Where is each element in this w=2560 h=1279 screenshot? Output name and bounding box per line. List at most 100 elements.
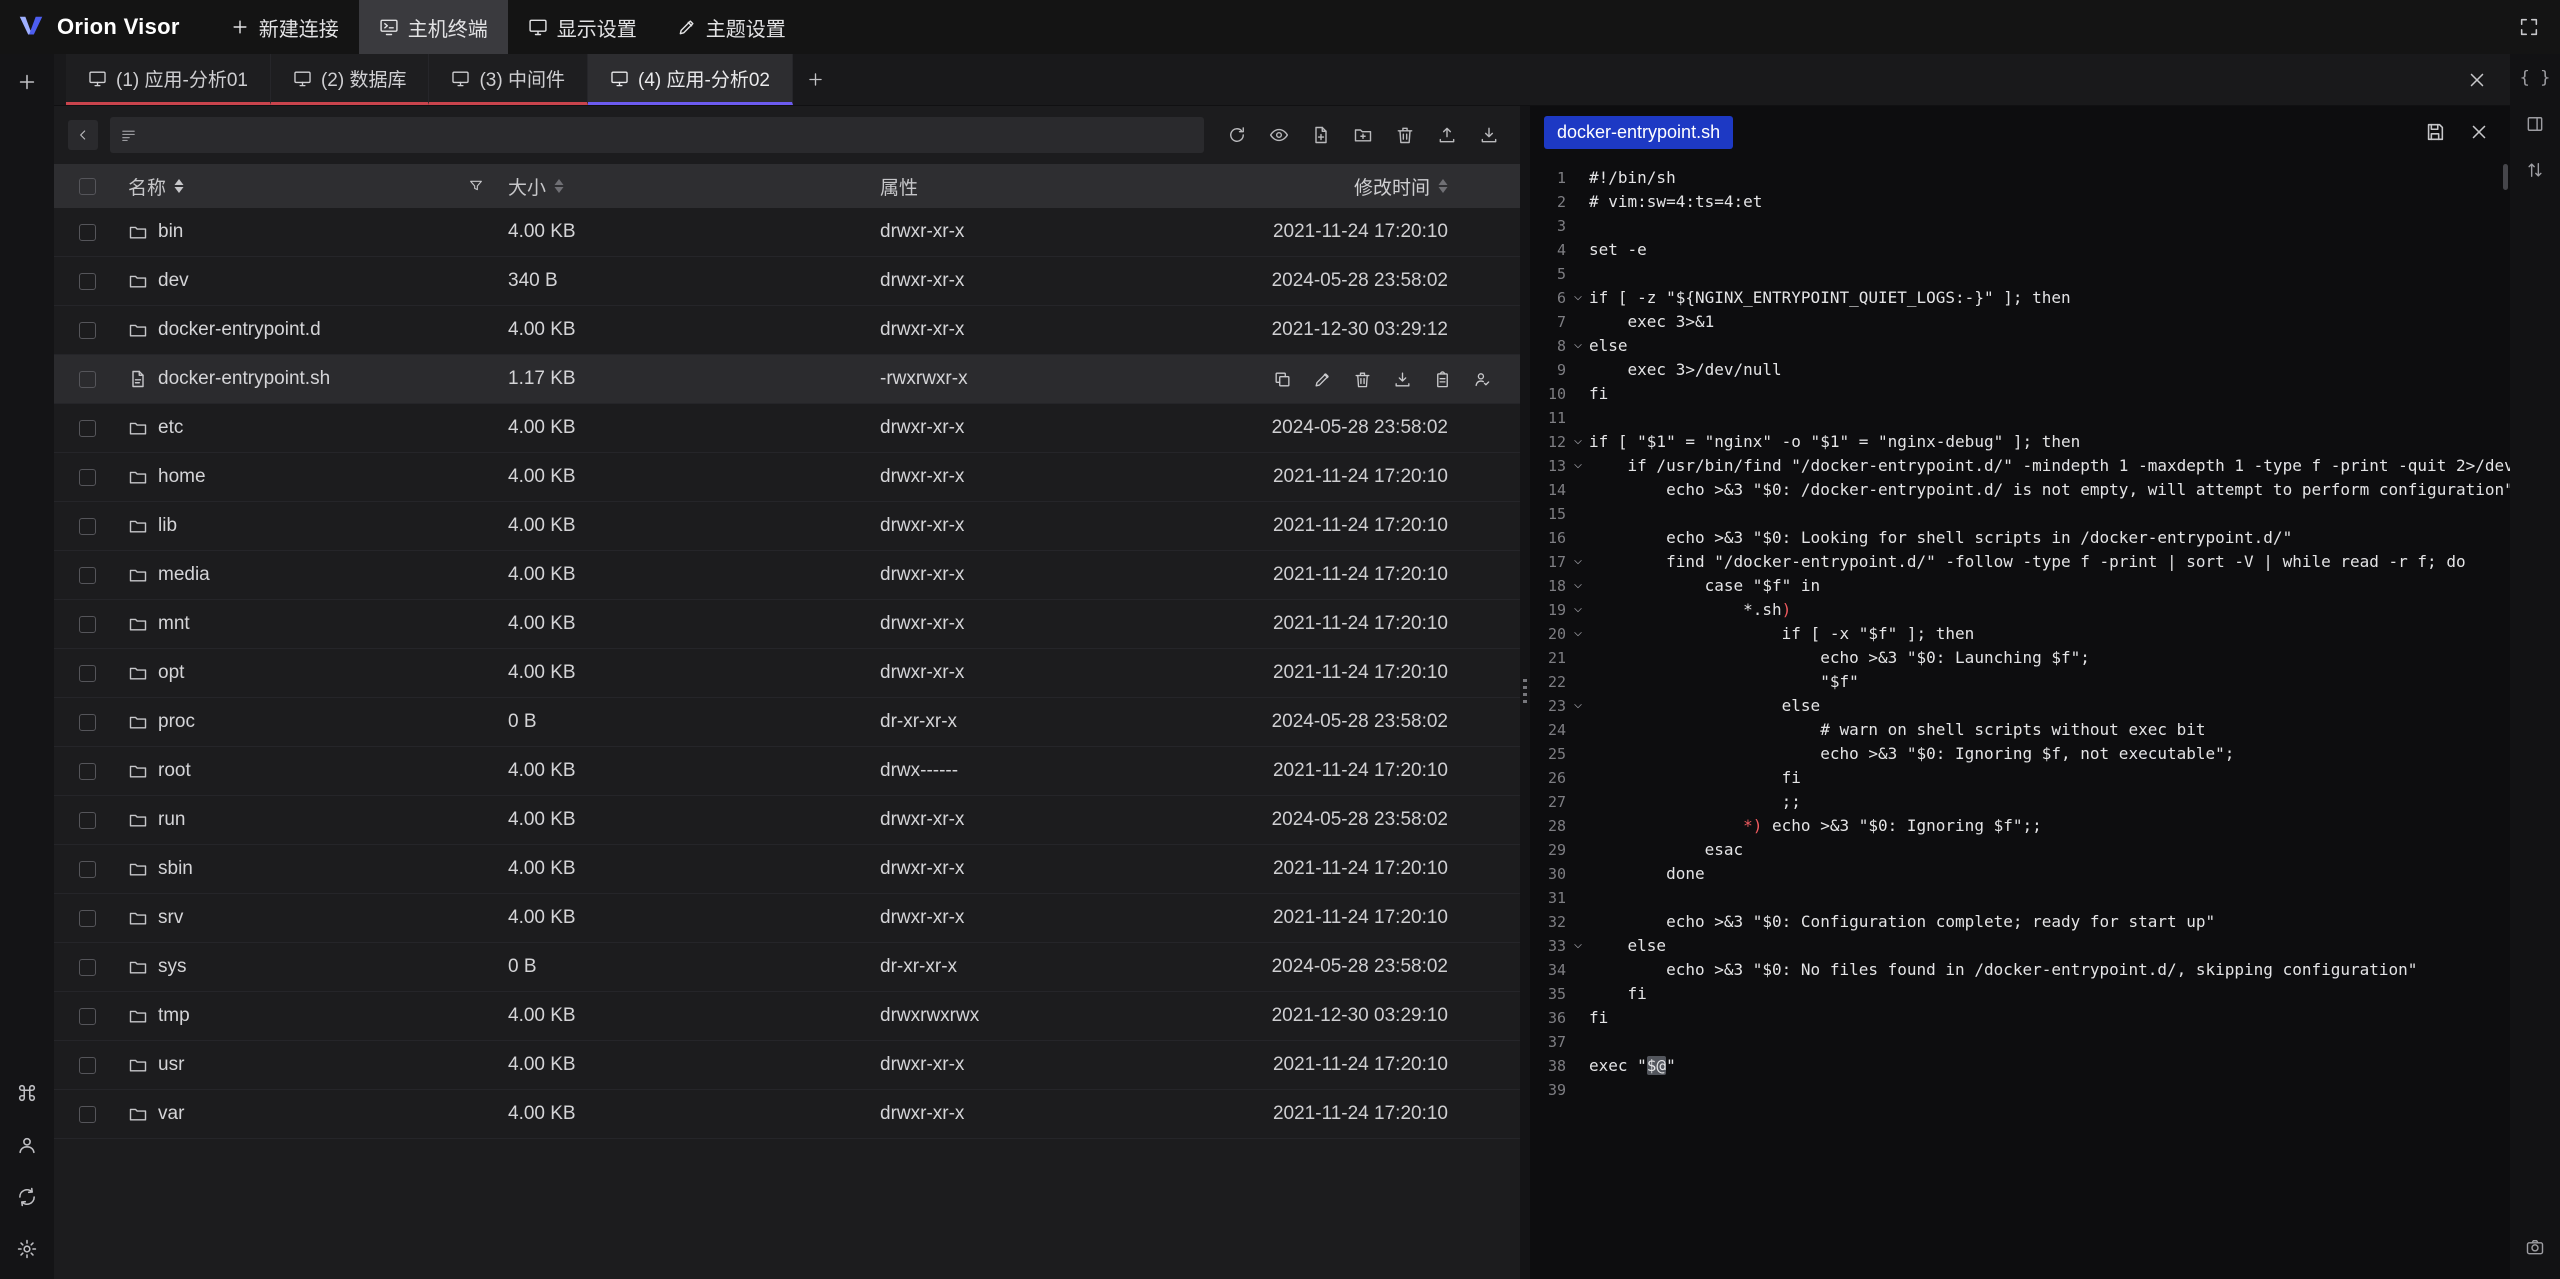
file-attr: drwxr-xr-x	[872, 1041, 1240, 1089]
edit-icon[interactable]	[1313, 370, 1332, 389]
panel-splitter[interactable]	[1520, 106, 1530, 1279]
sync-button[interactable]	[6, 1177, 48, 1217]
file-row-lib[interactable]: lib4.00 KBdrwxr-xr-x2021-11-24 17:20:10	[54, 502, 1520, 551]
file-row-tmp[interactable]: tmp4.00 KBdrwxrwxrwx2021-12-30 03:29:10	[54, 992, 1520, 1041]
file-row-sys[interactable]: sys0 Bdr-xr-xr-x2024-05-28 23:58:02	[54, 943, 1520, 992]
permission-icon[interactable]	[1473, 370, 1492, 389]
row-checkbox[interactable]	[79, 1008, 96, 1025]
tab-2[interactable]: (2) 数据库	[271, 54, 430, 105]
tab-label: (4) 应用-分析02	[638, 65, 770, 92]
row-checkbox[interactable]	[79, 322, 96, 339]
code-line: 38exec "$@"	[1530, 1054, 2510, 1078]
download-icon[interactable]	[1393, 370, 1412, 389]
upload-button[interactable]	[1430, 118, 1464, 152]
row-checkbox[interactable]	[79, 469, 96, 486]
file-row-srv[interactable]: srv4.00 KBdrwxr-xr-x2021-11-24 17:20:10	[54, 894, 1520, 943]
fullscreen-button[interactable]	[2510, 8, 2548, 46]
file-row-root[interactable]: root4.00 KBdrwx------2021-11-24 17:20:10	[54, 747, 1520, 796]
snippets-button[interactable]: { }	[2516, 60, 2554, 96]
file-row-mnt[interactable]: mnt4.00 KBdrwxr-xr-x2021-11-24 17:20:10	[54, 600, 1520, 649]
row-checkbox[interactable]	[79, 959, 96, 976]
new-button[interactable]	[6, 62, 48, 102]
file-row-docker-entrypoint.d[interactable]: docker-entrypoint.d4.00 KBdrwxr-xr-x2021…	[54, 306, 1520, 355]
file-row-docker-entrypoint.sh[interactable]: docker-entrypoint.sh1.17 KB-rwxrwxr-x	[54, 355, 1520, 404]
file-row-media[interactable]: media4.00 KBdrwxr-xr-x2021-11-24 17:20:1…	[54, 551, 1520, 600]
settings-button[interactable]	[6, 1229, 48, 1269]
file-attr: drwxr-xr-x	[872, 600, 1240, 648]
editor-close-button[interactable]	[2460, 113, 2498, 151]
fold-icon[interactable]	[1566, 604, 1589, 616]
fold-icon[interactable]	[1566, 940, 1589, 952]
delete-button[interactable]	[1388, 118, 1422, 152]
row-checkbox[interactable]	[79, 567, 96, 584]
close-icon	[2468, 121, 2490, 143]
new-file-button[interactable]	[1304, 118, 1338, 152]
sort-mtime-icon[interactable]	[1438, 179, 1448, 193]
code-editor[interactable]: 1#!/bin/sh2# vim:sw=4:ts=4:et34set -e56i…	[1530, 158, 2510, 1279]
file-row-usr[interactable]: usr4.00 KBdrwxr-xr-x2021-11-24 17:20:10	[54, 1041, 1520, 1090]
sort-size-icon[interactable]	[554, 179, 564, 193]
profile-button[interactable]	[6, 1125, 48, 1165]
row-checkbox[interactable]	[79, 518, 96, 535]
scroll-button[interactable]	[2516, 152, 2554, 188]
fold-icon[interactable]	[1566, 556, 1589, 568]
row-checkbox[interactable]	[79, 763, 96, 780]
file-attr: drwxr-xr-x	[872, 502, 1240, 550]
row-checkbox[interactable]	[79, 371, 96, 388]
row-checkbox[interactable]	[79, 420, 96, 437]
row-checkbox[interactable]	[79, 273, 96, 290]
back-button[interactable]	[68, 120, 98, 150]
fold-icon[interactable]	[1566, 700, 1589, 712]
screenshot-button[interactable]	[2516, 1229, 2554, 1265]
row-checkbox[interactable]	[79, 1057, 96, 1074]
delete-icon[interactable]	[1353, 370, 1372, 389]
download-button[interactable]	[1472, 118, 1506, 152]
row-checkbox[interactable]	[79, 812, 96, 829]
copy-path-icon[interactable]	[1433, 370, 1452, 389]
file-row-dev[interactable]: dev340 Bdrwxr-xr-x2024-05-28 23:58:02	[54, 257, 1520, 306]
close-all-tabs-button[interactable]	[2458, 61, 2496, 99]
file-row-home[interactable]: home4.00 KBdrwxr-xr-x2021-11-24 17:20:10	[54, 453, 1520, 502]
duplicate-icon[interactable]	[1273, 370, 1292, 389]
file-row-bin[interactable]: bin4.00 KBdrwxr-xr-x2021-11-24 17:20:10	[54, 208, 1520, 257]
file-row-sbin[interactable]: sbin4.00 KBdrwxr-xr-x2021-11-24 17:20:10	[54, 845, 1520, 894]
filter-name-icon[interactable]	[468, 178, 484, 194]
file-row-run[interactable]: run4.00 KBdrwxr-xr-x2024-05-28 23:58:02	[54, 796, 1520, 845]
fold-icon[interactable]	[1566, 292, 1589, 304]
sort-name-icon[interactable]	[174, 179, 184, 193]
tab-1[interactable]: (1) 应用-分析01	[66, 54, 271, 105]
save-button[interactable]	[2416, 113, 2454, 151]
row-checkbox[interactable]	[79, 910, 96, 927]
select-all-checkbox[interactable]	[79, 178, 96, 195]
file-row-var[interactable]: var4.00 KBdrwxr-xr-x2021-11-24 17:20:10	[54, 1090, 1520, 1139]
fold-icon[interactable]	[1566, 580, 1589, 592]
nav-item-new-connection[interactable]: 新建连接	[210, 0, 359, 54]
file-mtime: 2021-11-24 17:20:10	[1240, 551, 1520, 599]
fold-icon[interactable]	[1566, 436, 1589, 448]
tab-3[interactable]: (3) 中间件	[429, 54, 588, 105]
row-checkbox[interactable]	[79, 616, 96, 633]
fold-icon[interactable]	[1566, 460, 1589, 472]
file-row-proc[interactable]: proc0 Bdr-xr-xr-x2024-05-28 23:58:02	[54, 698, 1520, 747]
preview-button[interactable]	[1262, 118, 1296, 152]
file-row-opt[interactable]: opt4.00 KBdrwxr-xr-x2021-11-24 17:20:10	[54, 649, 1520, 698]
refresh-button[interactable]	[1220, 118, 1254, 152]
row-checkbox[interactable]	[79, 665, 96, 682]
nav-item-host-terminal[interactable]: 主机终端	[359, 0, 508, 54]
row-checkbox[interactable]	[79, 224, 96, 241]
shortcut-button[interactable]	[6, 1073, 48, 1113]
panel-layout-button[interactable]	[2516, 106, 2554, 142]
tab-4[interactable]: (4) 应用-分析02	[588, 54, 793, 105]
editor-scrollbar[interactable]	[2503, 164, 2508, 190]
row-checkbox[interactable]	[79, 1106, 96, 1123]
file-row-etc[interactable]: etc4.00 KBdrwxr-xr-x2024-05-28 23:58:02	[54, 404, 1520, 453]
new-folder-button[interactable]	[1346, 118, 1380, 152]
row-checkbox[interactable]	[79, 714, 96, 731]
fold-icon[interactable]	[1566, 340, 1589, 352]
row-checkbox[interactable]	[79, 861, 96, 878]
new-tab-button[interactable]	[793, 54, 839, 105]
nav-item-display-settings[interactable]: 显示设置	[508, 0, 657, 54]
nav-item-theme-settings[interactable]: 主题设置	[657, 0, 806, 54]
path-input[interactable]	[146, 125, 1194, 146]
fold-icon[interactable]	[1566, 628, 1589, 640]
